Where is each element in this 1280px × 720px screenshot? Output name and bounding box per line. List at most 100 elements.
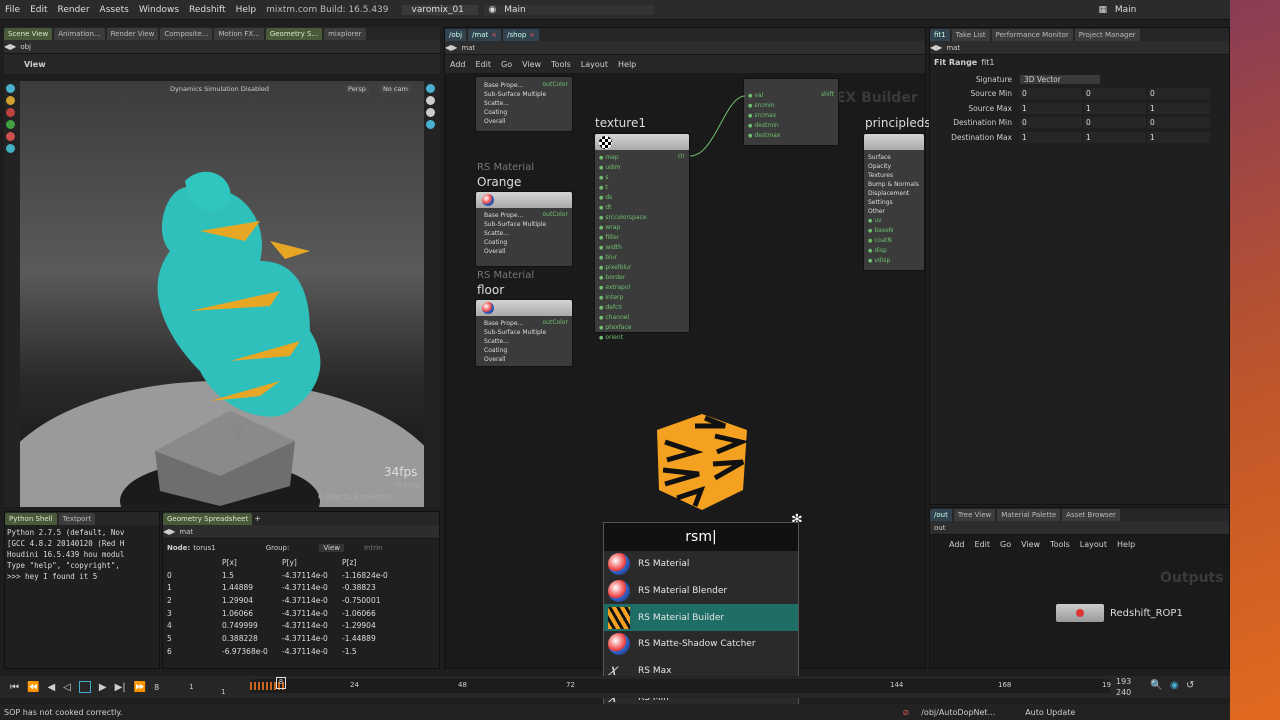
desktop-main[interactable]: ◉ Main: [483, 4, 654, 15]
menu-render[interactable]: Render: [53, 5, 95, 15]
shading-icon[interactable]: [426, 108, 435, 117]
param-field[interactable]: 0: [1148, 88, 1210, 100]
menu-windows[interactable]: Windows: [134, 5, 184, 15]
out-path[interactable]: out: [934, 524, 945, 532]
menu-redshift[interactable]: Redshift: [184, 5, 231, 15]
tab-asset-browser[interactable]: Asset Browser: [1062, 508, 1120, 521]
timeline-track[interactable]: 8 24 48 72 144 168 19: [250, 677, 1111, 693]
menu-item-rs-material-builder[interactable]: RS Material Builder: [604, 604, 798, 632]
prev-key-icon[interactable]: ⏪: [27, 682, 39, 693]
view-menu[interactable]: View: [319, 543, 344, 552]
menu-help[interactable]: Help: [1112, 540, 1140, 549]
tab-render-view[interactable]: Render View: [106, 27, 159, 40]
desktop-main-right[interactable]: ▦ Main: [1094, 5, 1147, 15]
menu-edit[interactable]: Edit: [25, 5, 52, 15]
rotate-tool-icon[interactable]: [6, 108, 15, 117]
step-back-icon[interactable]: ◀: [47, 682, 55, 693]
tab-fit1[interactable]: fit1: [930, 28, 950, 41]
tab-material-palette[interactable]: Material Palette: [997, 508, 1061, 521]
table-row[interactable]: 0 1.5 -4.37114e-0 -1.16824e-0: [165, 569, 400, 582]
param-field[interactable]: 0: [1084, 88, 1146, 100]
menu-assets[interactable]: Assets: [95, 5, 134, 15]
menu-tools[interactable]: Tools: [1045, 540, 1075, 549]
error-icon[interactable]: ⊘: [903, 708, 910, 717]
tab-project-manager[interactable]: Project Manager: [1074, 28, 1140, 41]
viewport[interactable]: Dynamics Simulation Disabled Persp No ca…: [20, 81, 424, 507]
snap-icon[interactable]: [426, 120, 435, 129]
param-field[interactable]: 1: [1020, 131, 1082, 143]
tab-geometry-s[interactable]: Geometry S...: [265, 27, 323, 40]
param-field[interactable]: 1: [1084, 102, 1146, 114]
forward-icon[interactable]: ▶: [169, 527, 175, 536]
tab-performance-monitor[interactable]: Performance Monitor: [991, 28, 1073, 41]
menu-item-rs-matte-shadow[interactable]: RS Matte-Shadow Catcher: [604, 631, 798, 658]
param-field[interactable]: 1: [1148, 102, 1210, 114]
param-field[interactable]: 1: [1020, 102, 1082, 114]
handle-tool-icon[interactable]: [6, 144, 15, 153]
param-field[interactable]: 0: [1148, 117, 1210, 129]
tab-python-shell[interactable]: Python Shell: [5, 512, 57, 525]
param-field[interactable]: 1: [1148, 131, 1210, 143]
tab-scene-view[interactable]: Scene View: [4, 27, 53, 40]
tab-animation[interactable]: Animation...: [54, 27, 105, 40]
realtime-icon[interactable]: ◉: [1170, 680, 1179, 691]
intrinsics-toggle[interactable]: Intrin: [364, 544, 383, 552]
menu-go[interactable]: Go: [995, 540, 1016, 549]
param-field[interactable]: 0: [1020, 117, 1082, 129]
table-row[interactable]: 5 0.388228 -4.37114e-0 -1.44889: [165, 632, 400, 645]
start-frame-global[interactable]: 1: [221, 688, 225, 696]
tab-motion-fx[interactable]: Motion FX...: [214, 27, 264, 40]
jump-start-icon[interactable]: ⏮: [10, 682, 19, 693]
step-forward-icon[interactable]: ▶|: [115, 682, 126, 693]
auto-update-menu[interactable]: Auto Update: [1025, 708, 1075, 717]
scale-tool-icon[interactable]: [6, 120, 15, 129]
menu-item-rs-material-blender[interactable]: RS Material Blender: [604, 578, 798, 605]
play-icon[interactable]: ▶: [99, 682, 107, 693]
param-field[interactable]: 0: [1020, 88, 1082, 100]
signature-menu[interactable]: 3D Vector: [1020, 74, 1100, 84]
param-path[interactable]: mat: [946, 44, 960, 52]
status-path[interactable]: /obj/AutoDopNet...: [921, 708, 995, 717]
table-row[interactable]: 1 1.44889 -4.37114e-0 -0.38823: [165, 581, 400, 594]
add-tab-icon[interactable]: +: [254, 514, 261, 523]
column-header[interactable]: P[x]: [220, 556, 280, 569]
table-row[interactable]: 3 1.06066 -4.37114e-0 -1.06066: [165, 607, 400, 620]
display-option-icon[interactable]: [426, 84, 435, 93]
forward-icon[interactable]: ▶: [10, 42, 16, 51]
tab-geometry-spreadsheet[interactable]: Geometry Spreadsheet: [163, 512, 253, 525]
menu-help[interactable]: Help: [231, 5, 262, 15]
tab-take-list[interactable]: Take List: [951, 28, 990, 41]
console-output[interactable]: Python 2.7.5 (default, Nov [GCC 4.8.2 20…: [5, 525, 159, 584]
reverse-icon[interactable]: ◁: [63, 682, 71, 693]
tab-composite[interactable]: Composite...: [160, 27, 213, 40]
spreadsheet-path[interactable]: mat: [179, 528, 193, 536]
column-header[interactable]: P[y]: [280, 556, 340, 569]
tab-tree-view[interactable]: Tree View: [953, 508, 996, 521]
scene-path[interactable]: obj: [20, 43, 31, 51]
table-row[interactable]: 2 1.29904 -4.37114e-0 -0.750001: [165, 594, 400, 607]
column-header[interactable]: P[z]: [340, 556, 400, 569]
playhead[interactable]: 8: [276, 677, 286, 689]
search-input[interactable]: rsm |: [604, 523, 798, 551]
param-field[interactable]: 1: [1084, 131, 1146, 143]
table-row[interactable]: 6 -6.97368e-0 -4.37114e-0 -1.5: [165, 645, 400, 658]
end-frame[interactable]: 193: [1116, 677, 1131, 686]
select-tool-icon[interactable]: [6, 84, 15, 93]
node-field[interactable]: torus1: [193, 544, 215, 552]
tab-mixplorer[interactable]: mixplorer: [324, 27, 366, 40]
move-tool-icon[interactable]: [6, 96, 15, 105]
menu-file[interactable]: File: [0, 5, 25, 15]
menu-view[interactable]: View: [1016, 540, 1045, 549]
next-key-icon[interactable]: ⏩: [134, 682, 146, 693]
stop-icon[interactable]: [78, 681, 91, 693]
lighting-icon[interactable]: [426, 96, 435, 105]
frame-field[interactable]: 8: [154, 683, 159, 692]
menu-layout[interactable]: Layout: [1075, 540, 1112, 549]
tab-textport[interactable]: Textport: [58, 512, 96, 525]
menu-add[interactable]: Add: [944, 540, 970, 549]
column-header[interactable]: [165, 556, 220, 569]
end-frame-global[interactable]: 240: [1116, 688, 1131, 697]
pose-tool-icon[interactable]: [6, 132, 15, 141]
start-frame[interactable]: 1: [189, 683, 193, 691]
desktop-selector[interactable]: varomix_01: [401, 4, 478, 15]
